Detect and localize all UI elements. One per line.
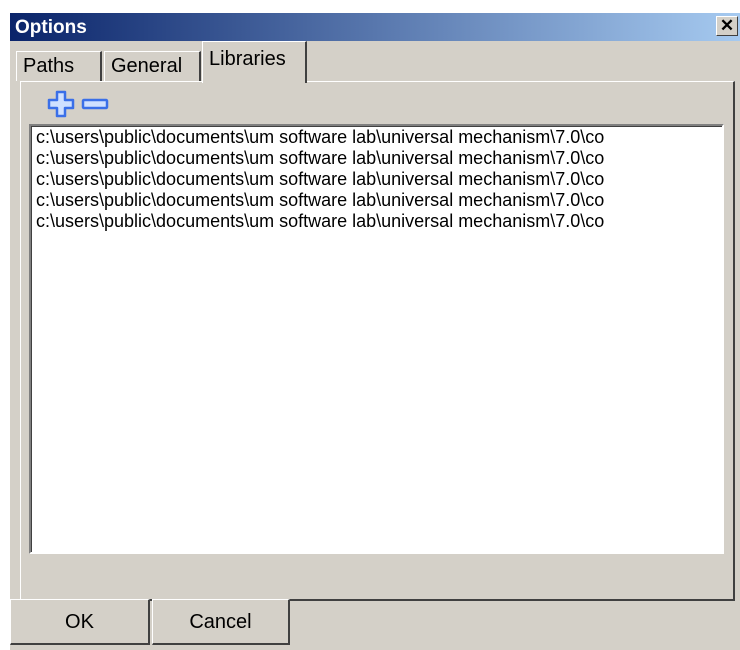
list-item[interactable]: c:\users\public\documents\um software la… [32,127,722,148]
list-item[interactable]: c:\users\public\documents\um software la… [32,190,722,211]
close-icon: ✕ [719,16,735,35]
ok-label: OK [65,611,94,633]
libraries-panel: c:\users\public\documents\um software la… [20,81,735,601]
tab-label: General [111,55,183,77]
title-bar[interactable]: Options ✕ [10,13,740,41]
list-item[interactable]: c:\users\public\documents\um software la… [32,211,722,232]
remove-library-button[interactable] [81,90,109,118]
tab-strip: Paths General Libraries [10,41,740,83]
close-button[interactable]: ✕ [716,16,738,36]
tab-general[interactable]: General [104,51,201,81]
plus-icon [47,90,75,118]
cancel-label: Cancel [189,611,252,633]
tab-label: Libraries [209,48,286,70]
minus-icon [81,98,109,110]
dialog-buttons: OK Cancel [10,599,740,650]
cancel-button[interactable]: Cancel [152,599,290,645]
dialog-title: Options [15,17,87,38]
list-item[interactable]: c:\users\public\documents\um software la… [32,148,722,169]
list-item[interactable]: c:\users\public\documents\um software la… [32,169,722,190]
add-library-button[interactable] [47,90,75,118]
tab-label: Paths [23,55,75,77]
list-content: c:\users\public\documents\um software la… [31,126,722,552]
options-dialog: Options ✕ Paths General Libraries c:\use… [10,13,740,650]
libraries-list[interactable]: c:\users\public\documents\um software la… [29,124,724,554]
tab-paths[interactable]: Paths [16,51,102,81]
ok-button[interactable]: OK [10,599,150,645]
tab-libraries[interactable]: Libraries [202,41,307,83]
